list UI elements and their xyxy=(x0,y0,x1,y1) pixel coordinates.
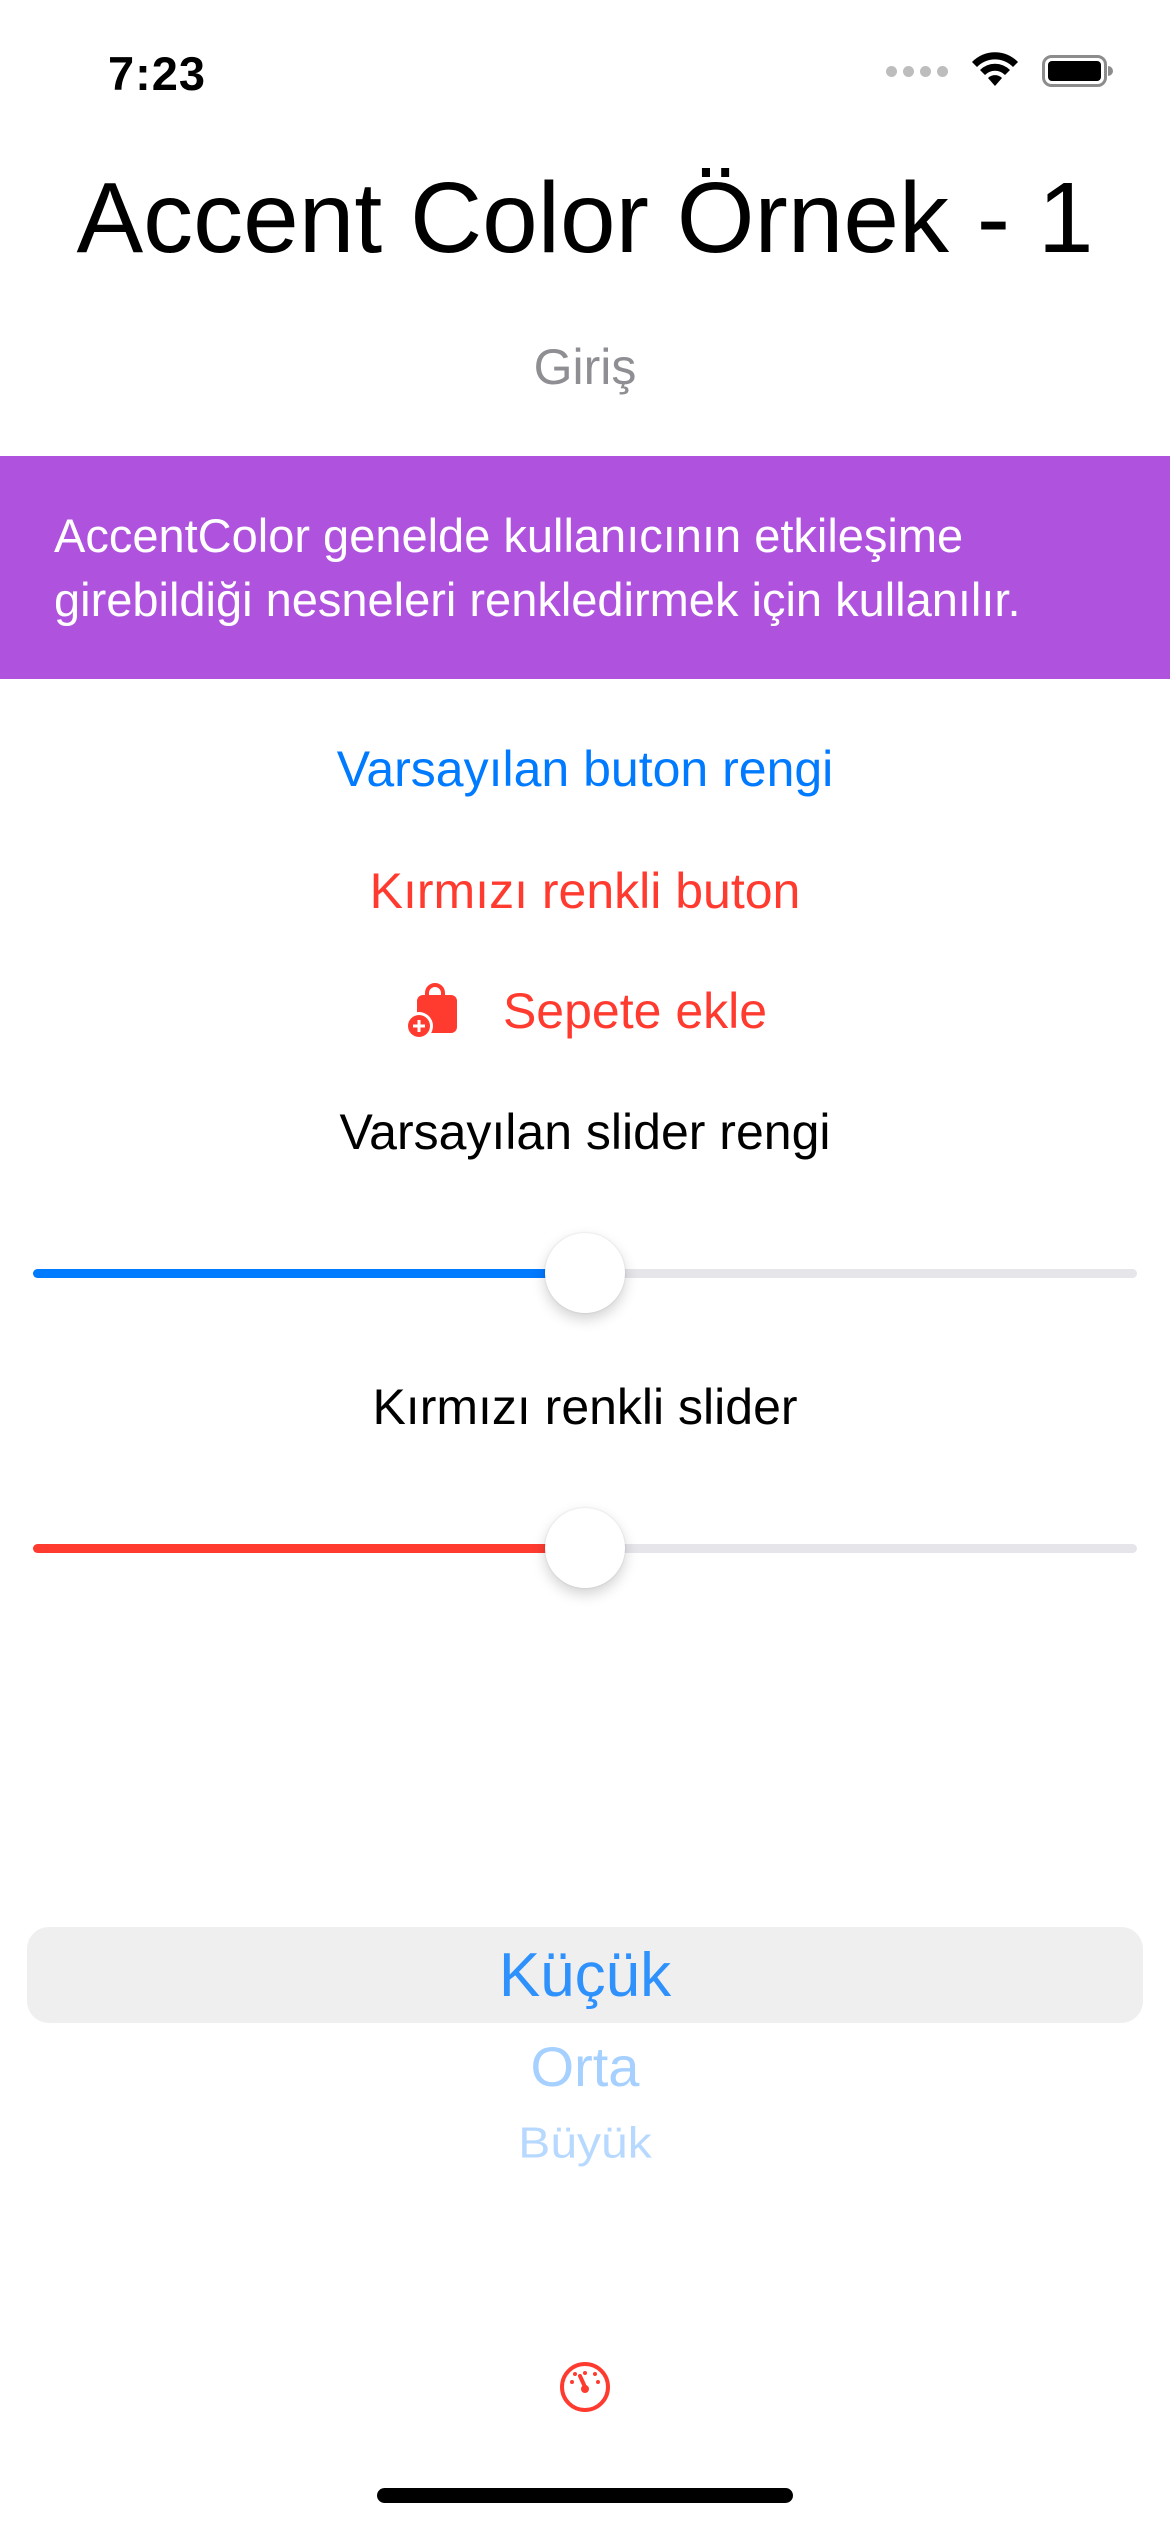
page-subtitle: Giriş xyxy=(533,339,637,395)
red-color-button[interactable]: Kırmızı renkli buton xyxy=(0,862,1170,920)
add-to-cart-label: Sepete ekle xyxy=(502,983,768,1039)
status-icons xyxy=(886,52,1114,90)
picker-option-large[interactable]: Büyük xyxy=(0,2119,1170,2169)
info-banner: AccentColor genelde kullanıcının etkileş… xyxy=(0,456,1170,679)
slider-thumb[interactable] xyxy=(545,1233,625,1313)
add-to-cart-button[interactable]: Sepete ekle xyxy=(0,982,1170,1040)
banner-text: AccentColor genelde kullanıcının etkileş… xyxy=(54,509,1021,626)
slider-thumb[interactable] xyxy=(545,1508,625,1588)
wifi-icon xyxy=(972,52,1018,86)
picker-option-medium[interactable]: Orta xyxy=(0,2034,1170,2099)
slider-fill xyxy=(33,1544,585,1553)
cellular-signal-icon xyxy=(886,65,948,77)
home-indicator[interactable] xyxy=(377,2488,793,2503)
default-color-slider[interactable] xyxy=(33,1233,1137,1313)
page-title: Accent Color Örnek - 1 xyxy=(76,162,1094,274)
slider-fill xyxy=(33,1269,585,1278)
gauge-icon[interactable] xyxy=(558,2360,612,2414)
screen: 7:23 Accent Color Örnek - 1 Giriş Accent… xyxy=(0,0,1170,2532)
bag-badge-plus-icon xyxy=(404,983,457,1040)
default-slider-label: Varsayılan slider rengi xyxy=(339,1104,831,1160)
default-color-button[interactable]: Varsayılan buton rengi xyxy=(0,740,1170,798)
red-slider-label: Kırmızı renkli slider xyxy=(372,1379,798,1435)
picker-option-small[interactable]: Küçük xyxy=(0,1940,1170,2011)
battery-icon xyxy=(1042,55,1113,87)
red-color-slider[interactable] xyxy=(33,1508,1137,1588)
status-time: 7:23 xyxy=(108,47,207,100)
